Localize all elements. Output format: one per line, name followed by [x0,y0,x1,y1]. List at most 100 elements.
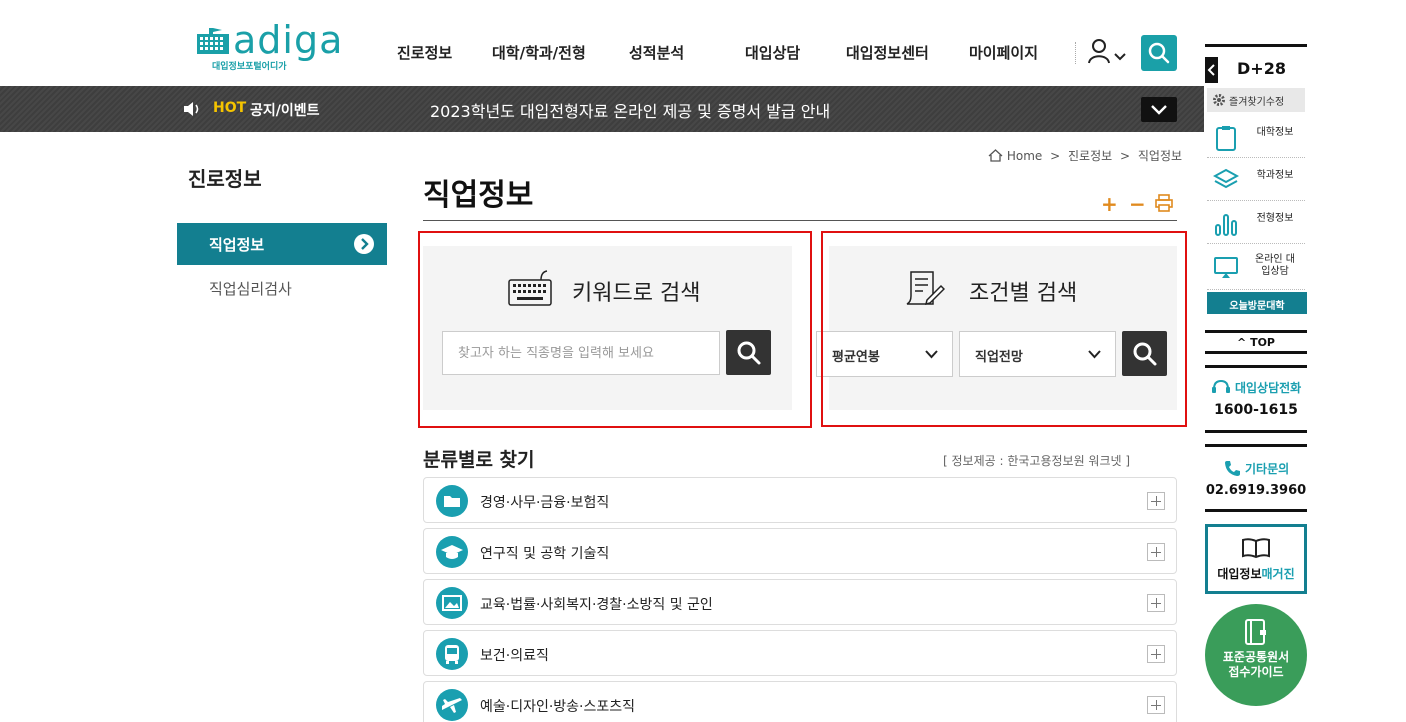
category-row-health[interactable]: 보건·의료직 [423,630,1177,676]
search-icon [1148,42,1170,64]
building-logo-icon [197,28,229,54]
category-label: 연구직 및 공학 기술직 [480,546,610,562]
quick-item-label: 전형정보 [1256,213,1294,224]
consult-phone-label: 대입상담전화 [1205,378,1307,396]
expand-icon[interactable] [1147,696,1165,714]
breadcrumb-separator: > [1119,149,1131,163]
document-icon [1245,619,1266,645]
category-section-title: 분류별로 찾기 [423,449,535,471]
quick-item-label: 학과정보 [1256,170,1294,181]
breadcrumb-job-info: 직업정보 [1137,149,1183,163]
etc-inquiry-number[interactable]: 02.6919.3960 [1205,483,1307,498]
chevron-down-icon [1114,53,1126,61]
sidebar-item-label: 직업정보 [209,236,265,254]
graduation-cap-icon [436,536,468,568]
expand-icon[interactable] [1147,594,1165,612]
condition-search-highlight [821,231,1187,427]
category-row-arts[interactable]: 예술·디자인·방송·스포츠직 [423,681,1177,722]
guide-label-line2: 접수가이드 [1228,665,1284,679]
clipboard-icon [1216,126,1236,151]
site-header: adiga 대입정보포털어디가 진로정보 대학/학과/전형 성적분석 대입상담 … [0,0,1406,86]
chevron-down-icon [1151,105,1167,115]
category-label: 보건·의료직 [480,648,549,664]
sidebar-title: 진로정보 [188,167,262,191]
folder-icon [436,485,468,517]
quickmenu-collapse-button[interactable] [1205,57,1218,83]
category-row-business[interactable]: 경영·사무·금융·보험직 [423,477,1177,523]
quick-online-consult[interactable]: 온라인 대입상담 [1207,244,1305,290]
etc-inquiry-box: 기타문의 02.6919.3960 [1205,444,1307,512]
bar-chart-icon [1215,214,1237,236]
caret-up-icon: ^ [1237,336,1251,349]
consult-phone-box: 대입상담전화 1600-1615 [1205,365,1307,433]
category-row-education[interactable]: 교육·법률·사회복지·경찰·소방직 및 군인 [423,579,1177,625]
keyword-search-highlight [418,231,812,428]
book-icon [1242,538,1270,559]
category-label: 예술·디자인·방송·스포츠직 [480,699,636,715]
notice-bar: HOT 공지/이벤트 2023학년도 대입전형자료 온라인 제공 및 증명서 발… [0,86,1204,132]
chevron-right-icon [354,234,374,254]
sidebar-item-job-info[interactable]: 직업정보 [177,223,387,265]
guide-label-line1: 표준공통원서 [1222,650,1290,664]
font-decrease-button[interactable]: − [1129,192,1146,216]
nav-score-analysis[interactable]: 성적분석 [629,42,684,63]
chevron-left-icon [1207,64,1215,76]
notice-event-label: 공지/이벤트 [250,103,320,119]
font-increase-button[interactable]: + [1101,192,1118,216]
print-icon[interactable] [1155,194,1173,212]
today-visited-university[interactable]: 오늘방문대학 [1207,292,1307,314]
breadcrumb-career-info[interactable]: 진로정보 [1068,149,1112,163]
quick-item-label: 대학정보 [1256,127,1294,138]
application-guide-button[interactable]: 표준공통원서 접수가이드 [1205,604,1307,706]
header-search-button[interactable] [1141,35,1177,71]
quick-item-label: 온라인 대입상담 [1255,254,1295,277]
quick-admission-info[interactable]: 전형정보 [1207,201,1305,244]
breadcrumb-separator: > [1050,149,1061,163]
category-row-research[interactable]: 연구직 및 공학 기술직 [423,528,1177,574]
dday-counter: D+28 [1205,44,1307,88]
quick-department-info[interactable]: 학과정보 [1207,158,1305,201]
monitor-icon [1214,257,1238,278]
gear-icon [1213,94,1225,106]
consult-phone-number[interactable]: 1600-1615 [1205,402,1307,418]
favorites-edit-label: 즐겨찾기수정 [1229,97,1285,108]
category-label: 경영·사무·금융·보험직 [480,495,610,511]
page-title: 직업정보 [423,178,534,213]
breadcrumb-home[interactable]: Home [1007,149,1042,163]
airplane-icon [436,689,468,721]
adiga-logo[interactable]: adiga 대입정보포털어디가 [195,18,350,72]
notice-expand-button[interactable] [1141,97,1177,122]
layers-icon [1213,168,1239,189]
nav-admission-center[interactable]: 대입정보센터 [846,42,929,63]
quick-university-info[interactable]: 대학정보 [1207,115,1305,158]
nav-mypage[interactable]: 마이페이지 [969,42,1038,63]
title-divider [423,220,1177,221]
nav-career-info[interactable]: 진로정보 [397,42,452,63]
admission-magazine-button[interactable]: 대입정보매거진 [1205,524,1307,594]
top-label: TOP [1250,336,1275,349]
home-icon [988,149,1003,162]
breadcrumb: Home > 진로정보 > 직업정보 [988,147,1182,164]
expand-icon[interactable] [1147,492,1165,510]
scroll-top-button[interactable]: ^ TOP [1205,330,1307,354]
headset-icon [1211,379,1230,393]
logo-wordmark: adiga [233,18,344,62]
dday-value: D+28 [1237,59,1286,78]
user-icon [1088,39,1110,64]
magazine-label: 대입정보매거진 [1217,567,1295,581]
phone-icon [1224,461,1240,476]
nav-university-admission[interactable]: 대학/학과/전형 [492,42,586,63]
hot-badge: HOT [213,100,247,116]
favorites-edit-button[interactable]: 즐겨찾기수정 [1207,88,1305,112]
category-label: 교육·법률·사회복지·경찰·소방직 및 군인 [480,597,713,613]
info-provider: [ 정보제공 : 한국고용정보원 워크넷 ] [943,454,1131,468]
picture-icon [436,587,468,619]
speaker-icon [184,102,199,116]
notice-headline[interactable]: 2023학년도 대입전형자료 온라인 제공 및 증명서 발급 안내 [430,98,830,122]
user-menu-button[interactable] [1088,38,1128,68]
expand-icon[interactable] [1147,645,1165,663]
sidebar-item-aptitude-test[interactable]: 직업심리검사 [209,278,292,299]
nav-admission-consult[interactable]: 대입상담 [745,42,800,63]
expand-icon[interactable] [1147,543,1165,561]
nav-divider [1075,42,1076,64]
